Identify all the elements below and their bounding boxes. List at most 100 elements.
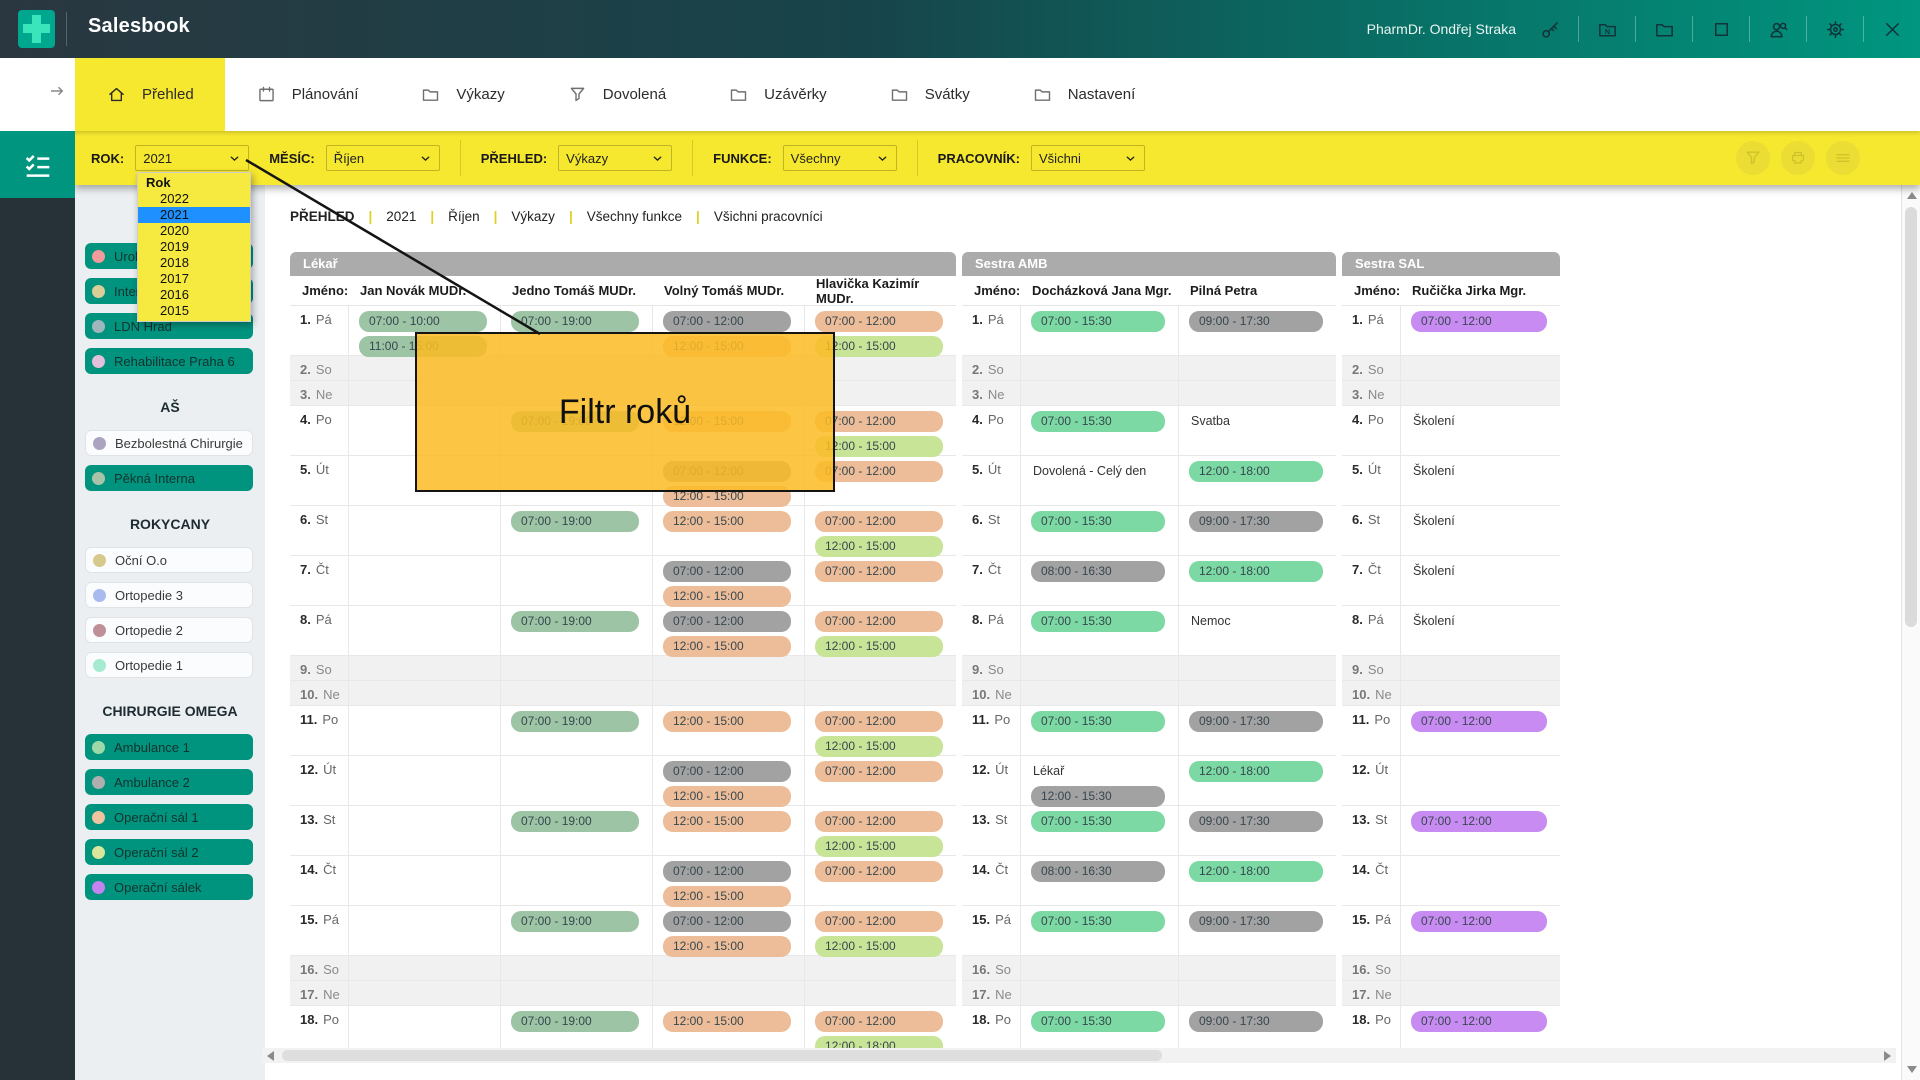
shift-badge[interactable]: 07:00 - 12:00	[815, 711, 943, 732]
sidebar-item-ambulance-2[interactable]: Ambulance 2	[85, 769, 253, 795]
shift-badge[interactable]: 12:00 - 18:00	[1189, 761, 1323, 782]
scroll-left-arrow-icon[interactable]	[267, 1051, 274, 1061]
shift-badge[interactable]: 07:00 - 19:00	[511, 911, 639, 932]
shift-badge[interactable]: 07:00 - 12:00	[815, 861, 943, 882]
sidebar-item-rehabilitace-praha-6[interactable]: Rehabilitace Praha 6	[85, 348, 253, 374]
shift-badge[interactable]: 09:00 - 17:30	[1189, 711, 1323, 732]
shift-badge[interactable]: 07:00 - 15:30	[1031, 411, 1165, 432]
sidebar-item-ortopedie-1[interactable]: Ortopedie 1	[85, 652, 253, 678]
tab-přehled[interactable]: Přehled	[75, 58, 225, 131]
shift-badge[interactable]: 09:00 - 17:30	[1189, 311, 1323, 332]
topbar-button-square[interactable]	[1709, 17, 1733, 41]
shift-badge[interactable]: 07:00 - 12:00	[1411, 911, 1547, 932]
shift-badge[interactable]: 09:00 - 17:30	[1189, 911, 1323, 932]
shift-badge[interactable]: 12:00 - 15:00	[663, 636, 791, 657]
sidebar-item-pěkná-interna[interactable]: Pěkná Interna	[85, 465, 253, 491]
topbar-button-folder-n[interactable]: N	[1595, 17, 1619, 41]
dropdown-option-2017[interactable]: 2017	[138, 271, 250, 287]
shift-badge[interactable]: 12:00 - 15:00	[815, 536, 943, 557]
shift-badge[interactable]: 12:00 - 15:00	[663, 786, 791, 807]
topbar-button-key[interactable]	[1538, 17, 1562, 41]
shift-badge[interactable]: 12:00 - 18:00	[1189, 561, 1323, 582]
tab-nastavení[interactable]: Nastavení	[1001, 58, 1167, 131]
tab-dovolená[interactable]: Dovolená	[536, 58, 697, 131]
filter-select[interactable]: 2021	[135, 145, 249, 171]
sidebar-item-ambulance-1[interactable]: Ambulance 1	[85, 734, 253, 760]
shift-badge[interactable]: 07:00 - 15:30	[1031, 911, 1165, 932]
shift-badge[interactable]: 07:00 - 12:00	[1411, 811, 1547, 832]
shift-badge[interactable]: 07:00 - 12:00	[815, 611, 943, 632]
shift-badge[interactable]: 07:00 - 19:00	[511, 1011, 639, 1032]
shift-badge[interactable]: 07:00 - 12:00	[815, 811, 943, 832]
app-logo-cross-icon[interactable]	[18, 10, 55, 48]
dropdown-option-2021[interactable]: 2021	[138, 207, 250, 223]
shift-badge[interactable]: 08:00 - 16:30	[1031, 861, 1165, 882]
shift-badge[interactable]: 07:00 - 12:00	[663, 761, 791, 782]
menu-button[interactable]	[1826, 141, 1860, 175]
shift-badge[interactable]: 12:00 - 15:00	[815, 936, 943, 957]
shift-badge[interactable]: 09:00 - 17:30	[1189, 1011, 1323, 1032]
dropdown-option-2022[interactable]: 2022	[138, 191, 250, 207]
shift-badge[interactable]: 12:00 - 15:00	[663, 1011, 791, 1032]
shift-badge[interactable]: 07:00 - 12:00	[1411, 1011, 1547, 1032]
tab-výkazy[interactable]: Výkazy	[389, 58, 535, 131]
shift-badge[interactable]: 12:00 - 15:00	[663, 886, 791, 907]
tab-uzávěrky[interactable]: Uzávěrky	[697, 58, 858, 131]
filter-select[interactable]: Všichni	[1031, 145, 1145, 171]
shift-badge[interactable]: 07:00 - 12:00	[663, 311, 791, 332]
shift-badge[interactable]: 07:00 - 19:00	[511, 511, 639, 532]
shift-badge[interactable]: 07:00 - 12:00	[663, 861, 791, 882]
scroll-down-arrow-icon[interactable]	[1907, 1066, 1917, 1073]
dropdown-option-2016[interactable]: 2016	[138, 287, 250, 303]
shift-badge[interactable]: 12:00 - 15:00	[663, 711, 791, 732]
shift-badge[interactable]: 12:00 - 15:00	[663, 936, 791, 957]
dropdown-option-2020[interactable]: 2020	[138, 223, 250, 239]
shift-badge[interactable]: 12:00 - 18:00	[1189, 461, 1323, 482]
sidebar-item-ortopedie-2[interactable]: Ortopedie 2	[85, 617, 253, 643]
tab-plánování[interactable]: Plánování	[225, 58, 390, 131]
topbar-button-gear[interactable]	[1823, 17, 1847, 41]
shift-badge[interactable]: 07:00 - 12:00	[663, 611, 791, 632]
dropdown-option-2015[interactable]: 2015	[138, 303, 250, 319]
dropdown-option-2019[interactable]: 2019	[138, 239, 250, 255]
shift-badge[interactable]: 07:00 - 12:00	[663, 911, 791, 932]
shift-badge[interactable]: 12:00 - 15:00	[815, 836, 943, 857]
shift-badge[interactable]: 12:00 - 15:00	[815, 736, 943, 757]
topbar-button-person-search[interactable]	[1766, 17, 1790, 41]
shift-badge[interactable]: 12:00 - 18:00	[1189, 861, 1323, 882]
shift-badge[interactable]: 12:00 - 15:00	[663, 511, 791, 532]
sidebar-item-operační-sál-1[interactable]: Operační sál 1	[85, 804, 253, 830]
sidebar-item-oční-o.o[interactable]: Oční O.o	[85, 547, 253, 573]
shift-badge[interactable]: 12:00 - 15:30	[1031, 786, 1165, 807]
arrow-right-icon[interactable]	[48, 82, 66, 100]
shift-badge[interactable]: 07:00 - 19:00	[511, 711, 639, 732]
topbar-button-close[interactable]	[1880, 17, 1904, 41]
scroll-up-arrow-icon[interactable]	[1907, 192, 1917, 199]
vertical-scrollbar-thumb[interactable]	[1905, 207, 1917, 627]
shift-badge[interactable]: 07:00 - 15:30	[1031, 811, 1165, 832]
dropdown-option-2018[interactable]: 2018	[138, 255, 250, 271]
topbar-button-folder[interactable]	[1652, 17, 1676, 41]
shift-badge[interactable]: 07:00 - 15:30	[1031, 711, 1165, 732]
filter-select[interactable]: Všechny	[783, 145, 897, 171]
sidebar-checklist-button[interactable]	[0, 131, 75, 198]
shift-badge[interactable]: 07:00 - 19:00	[511, 311, 639, 332]
filter-select[interactable]: Říjen	[326, 145, 440, 171]
shift-badge[interactable]: 07:00 - 12:00	[815, 561, 943, 582]
filter-funnel-button[interactable]	[1736, 141, 1770, 175]
shift-badge[interactable]: 07:00 - 12:00	[815, 311, 943, 332]
shift-badge[interactable]: 07:00 - 15:30	[1031, 311, 1165, 332]
horizontal-scrollbar-thumb[interactable]	[282, 1050, 1162, 1061]
sidebar-item-ortopedie-3[interactable]: Ortopedie 3	[85, 582, 253, 608]
print-button[interactable]	[1781, 141, 1815, 175]
shift-badge[interactable]: 07:00 - 15:30	[1031, 511, 1165, 532]
shift-badge[interactable]: 07:00 - 10:00	[359, 311, 487, 332]
shift-badge[interactable]: 07:00 - 15:30	[1031, 1011, 1165, 1032]
shift-badge[interactable]: 12:00 - 15:00	[663, 586, 791, 607]
shift-badge[interactable]: 12:00 - 15:00	[815, 636, 943, 657]
shift-badge[interactable]: 07:00 - 12:00	[815, 1011, 943, 1032]
sidebar-item-bezbolestná-chirurgie[interactable]: Bezbolestná Chirurgie	[85, 430, 253, 456]
shift-badge[interactable]: 07:00 - 12:00	[1411, 711, 1547, 732]
shift-badge[interactable]: 07:00 - 12:00	[815, 761, 943, 782]
tab-svátky[interactable]: Svátky	[858, 58, 1001, 131]
